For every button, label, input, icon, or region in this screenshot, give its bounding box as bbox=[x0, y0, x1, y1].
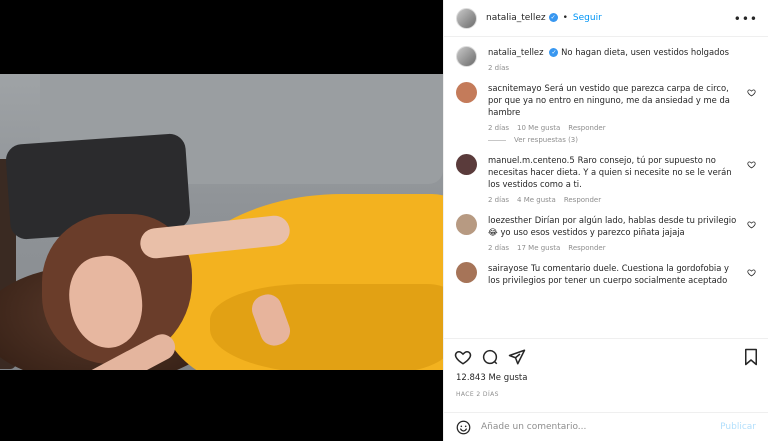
comment-username[interactable]: loezesther bbox=[488, 215, 532, 225]
post-date[interactable]: HACE 2 DÍAS bbox=[456, 391, 499, 398]
comment-likes[interactable]: 10 Me gusta bbox=[517, 124, 560, 132]
comment-heart-icon[interactable] bbox=[747, 160, 756, 169]
comment-heart-icon[interactable] bbox=[747, 268, 756, 277]
post-header: natalia_tellez ✓ • Seguir ••• bbox=[444, 0, 768, 37]
author-avatar-small[interactable] bbox=[456, 46, 477, 67]
comment-icon[interactable] bbox=[481, 348, 499, 366]
verified-badge-icon: ✓ bbox=[549, 48, 559, 57]
comment-time[interactable]: 2 días bbox=[488, 124, 509, 132]
comments-list[interactable]: natalia_tellez ✓ No hagan dieta, usen ves… bbox=[444, 38, 768, 338]
comment-username[interactable]: sairayose bbox=[488, 263, 528, 273]
caption-time[interactable]: 2 días bbox=[488, 64, 509, 72]
comment-likes[interactable]: 17 Me gusta bbox=[517, 244, 560, 252]
post-media-pane bbox=[0, 0, 443, 441]
emoji-icon[interactable] bbox=[456, 420, 471, 435]
comment-row: sacnitemayo Será un vestido que parezca c… bbox=[456, 82, 756, 144]
reply-button[interactable]: Responder bbox=[568, 244, 605, 252]
more-options-icon[interactable]: ••• bbox=[734, 12, 758, 26]
dress-shadow bbox=[210, 284, 443, 370]
post-side-panel: natalia_tellez ✓ • Seguir ••• natalia_tel… bbox=[443, 0, 768, 441]
view-replies-label[interactable]: Ver respuestas (3) bbox=[514, 136, 578, 144]
follow-button[interactable]: Seguir bbox=[573, 13, 602, 23]
comment-heart-icon[interactable] bbox=[747, 88, 756, 97]
publish-button[interactable]: Publicar bbox=[720, 422, 756, 432]
comment-time[interactable]: 2 días bbox=[488, 196, 509, 204]
reply-button[interactable]: Responder bbox=[564, 196, 601, 204]
comment-row: sairayose Tu comentario duele. Cuestiona … bbox=[456, 262, 756, 286]
commenter-avatar[interactable] bbox=[456, 214, 477, 235]
like-count[interactable]: 12.843 Me gusta bbox=[456, 373, 527, 383]
commenter-avatar[interactable] bbox=[456, 82, 477, 103]
comment-heart-icon[interactable] bbox=[747, 220, 756, 229]
comment-row: loezesther Dirían por algún lado, hablas … bbox=[456, 214, 756, 252]
comment-likes[interactable]: 4 Me gusta bbox=[517, 196, 556, 204]
caption-username[interactable]: natalia_tellez bbox=[488, 47, 543, 57]
replies-divider bbox=[488, 139, 506, 141]
author-username-text[interactable]: natalia_tellez bbox=[486, 13, 546, 23]
post-photo[interactable] bbox=[0, 74, 443, 370]
add-comment-bar: Publicar bbox=[444, 412, 768, 441]
author-username[interactable]: natalia_tellez ✓ bbox=[486, 13, 558, 23]
bookmark-icon[interactable] bbox=[743, 348, 759, 366]
author-avatar[interactable] bbox=[456, 7, 477, 29]
comment-username[interactable]: manuel.m.centeno.5 bbox=[488, 155, 575, 165]
caption-row: natalia_tellez ✓ No hagan dieta, usen ves… bbox=[456, 46, 756, 72]
action-bar bbox=[444, 338, 768, 374]
heart-icon[interactable] bbox=[454, 348, 472, 366]
comment-input[interactable] bbox=[481, 422, 713, 432]
verified-badge-icon: ✓ bbox=[548, 13, 558, 22]
view-replies-button[interactable]: Ver respuestas (3) bbox=[488, 136, 740, 144]
share-icon[interactable] bbox=[508, 348, 526, 366]
commenter-avatar[interactable] bbox=[456, 262, 477, 283]
reply-button[interactable]: Responder bbox=[568, 124, 605, 132]
commenter-avatar[interactable] bbox=[456, 154, 477, 175]
caption-text: No hagan dieta, usen vestidos holgados bbox=[561, 47, 729, 57]
comment-username[interactable]: sacnitemayo bbox=[488, 83, 542, 93]
comment-row: manuel.m.centeno.5 Raro consejo, tú por s… bbox=[456, 154, 756, 204]
separator-dot: • bbox=[562, 13, 568, 23]
comment-time[interactable]: 2 días bbox=[488, 244, 509, 252]
